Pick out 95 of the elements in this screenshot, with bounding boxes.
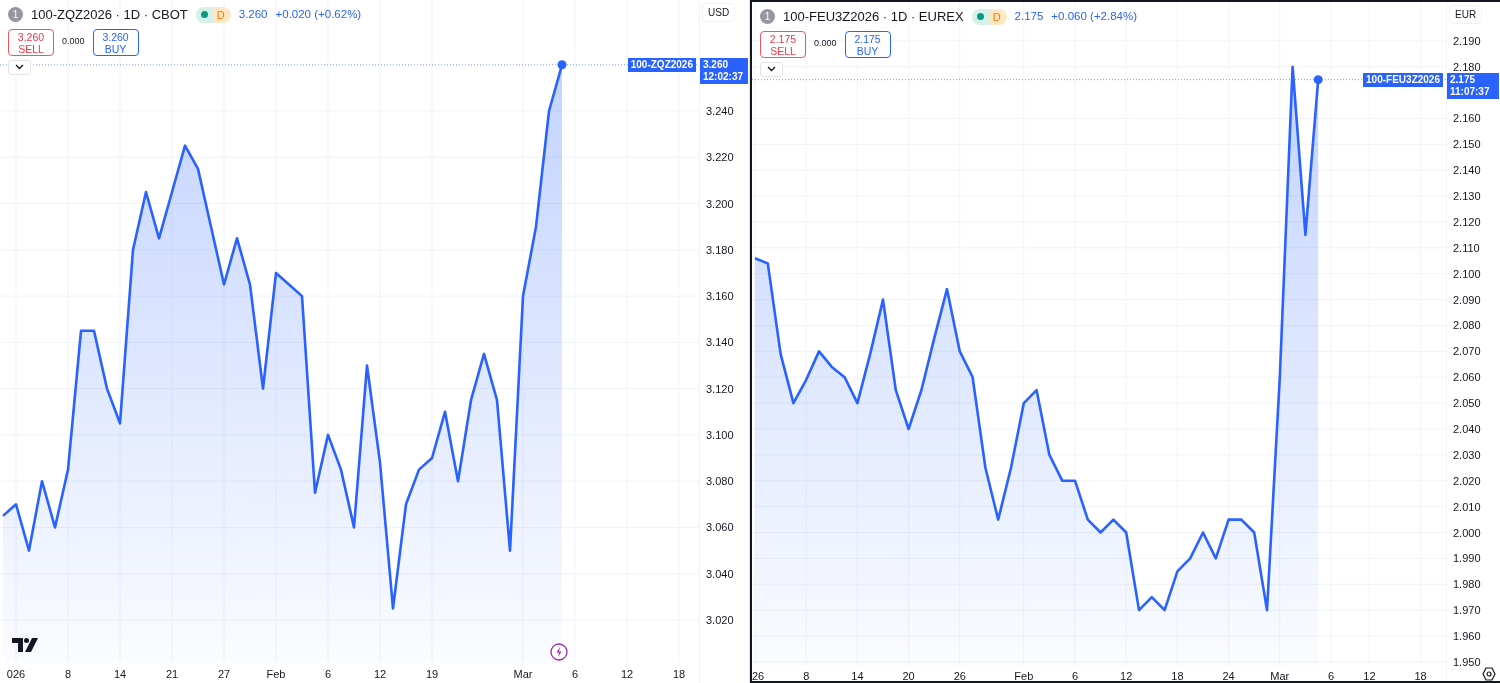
price-axis-label: 3.220 xyxy=(706,151,734,164)
time-axis-label: 8 xyxy=(803,670,810,681)
logo-icon xyxy=(12,638,38,652)
price-axis-label: 2.160 xyxy=(1453,112,1481,125)
time-axis-label: 27 xyxy=(217,668,231,680)
last-price-dot xyxy=(1313,75,1323,85)
price-axis-label: 2.100 xyxy=(1453,267,1481,280)
price-tag: 2.175 11:07:37 xyxy=(1447,72,1499,99)
buy-button[interactable]: 3.260 BUY xyxy=(92,28,139,56)
last-price: 3.260 xyxy=(238,7,268,23)
price-axis-label: 2.070 xyxy=(1453,345,1481,358)
price-axis-label: 2.040 xyxy=(1453,423,1481,435)
time-axis-label: 18 xyxy=(1414,670,1427,681)
price-axis-label: 2.140 xyxy=(1453,164,1481,177)
price-axis-label: 3.200 xyxy=(706,197,734,210)
price-axis-label: 2.060 xyxy=(1453,371,1481,384)
currency-label[interactable]: EUR xyxy=(1449,5,1483,24)
collapse-button[interactable] xyxy=(760,61,783,77)
time-axis-label: 21 xyxy=(165,668,179,680)
price-axis-label: 2.090 xyxy=(1453,293,1481,306)
price-axis-label: 2.120 xyxy=(1453,215,1481,228)
time-axis-label: 24 xyxy=(1222,670,1235,681)
time-axis-label: 6 xyxy=(324,668,332,680)
price-axis-label: 1.950 xyxy=(1453,655,1481,668)
price-axis-label: 2.030 xyxy=(1453,448,1481,461)
time-axis-label: 12 xyxy=(1120,670,1133,681)
chevron-icon xyxy=(15,64,24,70)
time-axis-label: Feb xyxy=(1014,670,1034,681)
symbol-title[interactable]: 100-ZQZ2026 · 1D · CBOT xyxy=(31,5,188,25)
currency-label[interactable]: USD xyxy=(702,3,736,22)
price-axis-label: 3.140 xyxy=(706,336,734,349)
spread-value: 0.000 xyxy=(62,35,85,49)
price-axis-label: 1.960 xyxy=(1453,630,1481,642)
time-axis-label: 12 xyxy=(620,668,634,680)
time-axis-label: 026 xyxy=(6,668,26,680)
sell-button[interactable]: 2.175 SELL xyxy=(760,30,806,58)
price-tag: 3.260 12:02:37 xyxy=(700,57,748,84)
index-badge: 1 xyxy=(8,7,23,23)
price-change: +0.060 (+2.84%) xyxy=(1051,9,1138,25)
price-change: +0.020 (+0.62%) xyxy=(275,7,362,23)
time-axis-label: 26 xyxy=(953,670,966,681)
price-axis-label: 2.020 xyxy=(1453,474,1481,487)
price-axis-label: 3.180 xyxy=(706,243,734,256)
status-dot-icon xyxy=(977,13,985,21)
price-axis-label: 2.080 xyxy=(1453,319,1481,332)
time-axis-label: 18 xyxy=(1171,670,1184,681)
status-dot-icon xyxy=(201,11,209,19)
price-axis-label: 1.990 xyxy=(1453,552,1481,565)
price-axis-label: 2.000 xyxy=(1453,526,1481,539)
time-axis-label: Mar xyxy=(1270,670,1290,681)
price-axis-label: 3.120 xyxy=(706,382,734,395)
index-badge: 1 xyxy=(760,9,775,25)
price-axis-label: 3.100 xyxy=(706,428,734,441)
lightning-icon[interactable] xyxy=(550,643,568,661)
time-axis-label: 12 xyxy=(1363,670,1376,681)
price-axis-label: 2.150 xyxy=(1453,138,1481,151)
time-axis-label: 8 xyxy=(64,668,72,680)
time-axis-label: Feb xyxy=(266,668,286,680)
buy-button[interactable]: 2.175 BUY xyxy=(844,30,891,58)
symbol-title[interactable]: 100-FEU3Z2026 · 1D · EUREX xyxy=(783,7,964,27)
price-axis-label: 2.110 xyxy=(1453,241,1480,254)
time-axis-label: 14 xyxy=(851,670,864,681)
time-axis-label: Mar xyxy=(513,668,533,680)
price-axis-label: 3.160 xyxy=(706,290,734,303)
time-axis-label: 6 xyxy=(1071,670,1079,681)
last-price-dot xyxy=(557,60,567,70)
time-axis-label: 26 xyxy=(752,670,765,681)
time-axis-label: 6 xyxy=(1327,670,1335,681)
price-axis-label: 3.080 xyxy=(706,475,734,488)
price-axis-label: 2.190 xyxy=(1453,34,1481,47)
collapse-button[interactable] xyxy=(8,59,31,75)
price-axis-label: 3.240 xyxy=(706,105,734,118)
time-axis-label: 12 xyxy=(373,668,387,680)
time-axis-label: 6 xyxy=(571,668,579,680)
time-axis-label: 18 xyxy=(672,668,686,680)
settings-icon[interactable] xyxy=(1482,667,1496,681)
chart-panel[interactable] xyxy=(750,0,1500,683)
price-axis-label: 2.130 xyxy=(1453,190,1481,203)
price-axis-label: 3.040 xyxy=(706,567,734,580)
symbol-tag: 100-FEU3Z2026 xyxy=(1363,72,1443,87)
time-axis-label: 19 xyxy=(425,668,439,680)
price-axis-label: 2.180 xyxy=(1453,60,1481,73)
last-price: 2.175 xyxy=(1014,9,1044,25)
price-axis-label: 1.980 xyxy=(1453,578,1481,591)
price-axis-label: 1.970 xyxy=(1453,604,1481,617)
time-axis-label: 14 xyxy=(113,668,127,680)
symbol-tag: 100-ZQZ2026 xyxy=(627,57,696,72)
price-axis-label: 3.060 xyxy=(706,521,734,534)
price-axis-label: 3.020 xyxy=(706,613,734,626)
price-axis-label: 2.010 xyxy=(1453,500,1481,513)
sell-button[interactable]: 3.260 SELL xyxy=(8,28,54,56)
chevron-icon xyxy=(767,66,776,72)
price-axis-label: 2.050 xyxy=(1453,397,1481,410)
spread-value: 0.000 xyxy=(814,37,837,51)
time-axis-label: 20 xyxy=(902,670,915,681)
